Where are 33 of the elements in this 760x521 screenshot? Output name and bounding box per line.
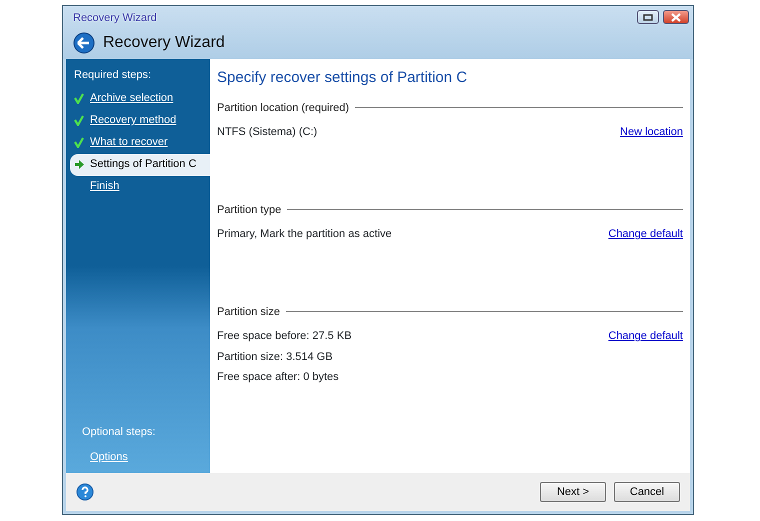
action-link[interactable]: New location: [620, 124, 683, 140]
restore-icon: [643, 14, 653, 20]
close-button[interactable]: [663, 10, 689, 24]
back-icon[interactable]: [73, 32, 95, 54]
close-icon: [671, 12, 681, 22]
check-icon: [74, 115, 84, 126]
section-label: Required steps:: [73, 68, 152, 83]
section-heading: Partition size: [217, 304, 280, 320]
check-icon: [74, 93, 84, 104]
section-label: Optional steps:: [81, 425, 156, 440]
restore-button[interactable]: [637, 10, 659, 24]
page-title: Specify recover settings of Partition C: [217, 68, 468, 88]
sidebar-step[interactable]: Recovery method: [70, 110, 210, 132]
arrow-icon: [74, 159, 85, 170]
next-button[interactable]: Next >: [540, 482, 606, 502]
section-heading: Partition type: [217, 202, 282, 218]
cancel-button[interactable]: Cancel: [614, 482, 680, 502]
action-link[interactable]: Change default: [608, 328, 683, 344]
section-heading: Partition location (required): [217, 100, 350, 116]
sidebar-step[interactable]: Finish: [70, 176, 210, 198]
value-text: Free space before: 27.5 KB: [217, 329, 352, 344]
value-text: Free space after: 0 bytes: [217, 370, 340, 385]
sidebar-step[interactable]: Archive selection: [70, 88, 210, 110]
window-title: Recovery Wizard: [73, 11, 157, 26]
action-link[interactable]: Change default: [608, 226, 683, 242]
wizard-heading: Recovery Wizard: [103, 32, 225, 52]
value-text: Partition size: 3.514 GB: [217, 350, 334, 364]
help-icon[interactable]: [76, 483, 94, 501]
sidebar-step[interactable]: What to recover: [70, 132, 210, 154]
value-text: Primary, Mark the partition as active: [217, 227, 392, 242]
value-text: NTFS (Sistema) (C:): [217, 125, 318, 140]
check-icon: [74, 137, 84, 148]
sidebar-step[interactable]: Settings of Partition C: [70, 154, 210, 176]
